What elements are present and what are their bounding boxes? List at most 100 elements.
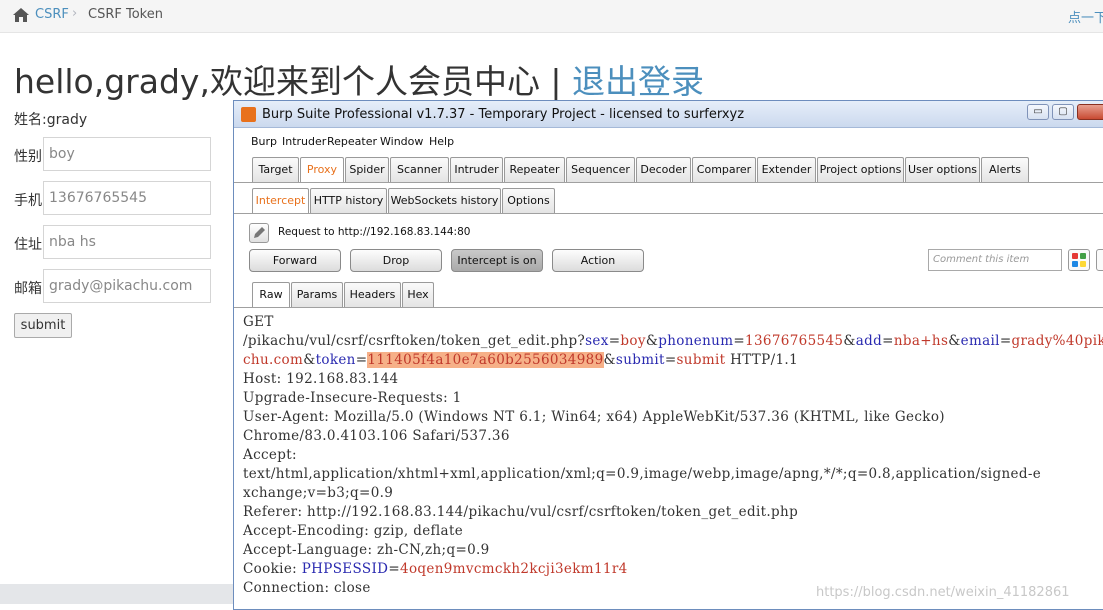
param-value: 13676765545 bbox=[745, 333, 844, 349]
tab-scanner[interactable]: Scanner bbox=[390, 157, 449, 182]
highlight-color-swatch bbox=[1080, 253, 1086, 259]
tab-intercept[interactable]: Intercept bbox=[252, 188, 309, 213]
email-label: 邮箱: bbox=[14, 281, 47, 297]
submit-button[interactable]: submit bbox=[14, 313, 72, 338]
cookie-label: Cookie: bbox=[243, 561, 302, 577]
tab-headers[interactable]: Headers bbox=[344, 282, 401, 307]
header-line: Host: 192.168.83.144 bbox=[243, 371, 399, 387]
breadcrumb-current: CSRF Token bbox=[88, 7, 163, 22]
request-editor[interactable]: GET /pikachu/vul/csrf/csrftoken/token_ge… bbox=[234, 307, 1103, 608]
tab-project-options[interactable]: Project options bbox=[817, 157, 904, 182]
header-line: Upgrade-Insecure-Requests: 1 bbox=[243, 390, 462, 406]
burp-titlebar[interactable]: Burp Suite Professional v1.7.37 - Tempor… bbox=[234, 101, 1103, 128]
header-line: Accept: bbox=[243, 447, 297, 463]
param-value: nba+hs bbox=[893, 333, 949, 349]
tab-repeater[interactable]: Repeater bbox=[504, 157, 565, 182]
header-line: Accept-Encoding: gzip, deflate bbox=[243, 523, 464, 539]
drop-button[interactable]: Drop bbox=[350, 249, 442, 272]
request-path: /pikachu/vul/csrf/csrftoken/token_get_ed… bbox=[243, 333, 586, 349]
comment-input[interactable]: Comment this item bbox=[928, 249, 1062, 271]
page-footer bbox=[0, 584, 236, 604]
menu-bar: Burp Intruder Repeater Window Help bbox=[234, 131, 1103, 151]
phone-label: 手机: bbox=[14, 193, 47, 209]
more-options-icon[interactable] bbox=[1096, 249, 1103, 271]
request-method: GET bbox=[243, 314, 274, 330]
intercept-toggle-button[interactable]: Intercept is on bbox=[451, 249, 543, 272]
param-name: submit bbox=[615, 352, 665, 368]
forward-button[interactable]: Forward bbox=[249, 249, 341, 272]
header-line: User-Agent: Mozilla/5.0 (Windows NT 6.1;… bbox=[243, 409, 945, 425]
param-value: submit bbox=[676, 352, 726, 368]
email-field[interactable]: grady@pikachu.com bbox=[43, 269, 211, 303]
menu-repeater[interactable]: Repeater bbox=[327, 135, 377, 148]
menu-intruder[interactable]: Intruder bbox=[282, 135, 326, 148]
minimize-button[interactable]: ▭ bbox=[1027, 104, 1049, 120]
burp-window: Burp Suite Professional v1.7.37 - Tempor… bbox=[233, 100, 1103, 610]
burp-logo-icon bbox=[241, 107, 256, 122]
menu-window[interactable]: Window bbox=[380, 135, 423, 148]
tab-comparer[interactable]: Comparer bbox=[692, 157, 756, 182]
cookie-value: 4oqen9mvcmckh2kcji3ekm11r4 bbox=[400, 561, 628, 577]
header-line: Accept-Language: zh-CN,zh;q=0.9 bbox=[243, 542, 490, 558]
main-tabs: Target Proxy Spider Scanner Intruder Rep… bbox=[234, 154, 1103, 183]
tab-http-history[interactable]: HTTP history bbox=[310, 188, 387, 213]
window-title: Burp Suite Professional v1.7.37 - Tempor… bbox=[262, 107, 745, 122]
tab-extender[interactable]: Extender bbox=[757, 157, 816, 182]
header-line: text/html,application/xhtml+xml,applicat… bbox=[243, 466, 1042, 482]
breadcrumb-csrf-link[interactable]: CSRF bbox=[35, 7, 69, 22]
view-tabs: Raw Params Headers Hex bbox=[234, 279, 1103, 308]
tab-hex[interactable]: Hex bbox=[402, 282, 434, 307]
menu-burp[interactable]: Burp bbox=[251, 135, 277, 148]
tab-sequencer[interactable]: Sequencer bbox=[566, 157, 635, 182]
tab-decoder[interactable]: Decoder bbox=[636, 157, 691, 182]
welcome-text: hello,grady,欢迎来到个人会员中心 | bbox=[14, 62, 573, 101]
phone-field[interactable]: 13676765545 bbox=[43, 181, 211, 215]
param-name: email bbox=[960, 333, 1000, 349]
address-field[interactable]: nba hs bbox=[43, 225, 211, 259]
token-value: 111405f4a10e7a60b2556034989 bbox=[367, 352, 604, 368]
gender-field[interactable]: boy bbox=[43, 137, 211, 171]
request-protocol: HTTP/1.1 bbox=[725, 352, 799, 368]
intercept-toolbar: Request to http://192.168.83.144:80 Forw… bbox=[234, 217, 1103, 277]
breadcrumb: CSRF › CSRF Token 点一下 bbox=[0, 0, 1103, 33]
proxy-tabs: Intercept HTTP history WebSockets histor… bbox=[234, 185, 1103, 214]
tab-options[interactable]: Options bbox=[502, 188, 555, 213]
page-title: hello,grady,欢迎来到个人会员中心 | 退出登录 bbox=[14, 60, 704, 104]
gender-label: 性别: bbox=[14, 149, 47, 165]
highlight-color-swatch bbox=[1080, 261, 1086, 267]
tab-websockets-history[interactable]: WebSockets history bbox=[388, 188, 501, 213]
tab-alerts[interactable]: Alerts bbox=[981, 157, 1029, 182]
header-line: Chrome/83.0.4103.106 Safari/537.36 bbox=[243, 428, 510, 444]
param-name: add bbox=[855, 333, 883, 349]
logout-link[interactable]: 退出登录 bbox=[572, 62, 704, 101]
maximize-button[interactable]: ▢ bbox=[1052, 104, 1074, 120]
tab-raw[interactable]: Raw bbox=[252, 282, 290, 307]
cookie-name: PHPSESSID bbox=[301, 561, 389, 577]
username-row: 姓名:grady bbox=[14, 112, 88, 128]
tab-params[interactable]: Params bbox=[291, 282, 343, 307]
watermark: https://blog.csdn.net/weixin_41182861 bbox=[816, 585, 1070, 600]
pencil-icon[interactable] bbox=[249, 223, 269, 243]
hint-link[interactable]: 点一下 bbox=[1068, 7, 1103, 26]
param-name: sex bbox=[585, 333, 609, 349]
action-button[interactable]: Action bbox=[552, 249, 644, 272]
highlight-color-icon[interactable] bbox=[1068, 249, 1090, 271]
header-line: Connection: close bbox=[243, 580, 371, 596]
tab-proxy[interactable]: Proxy bbox=[300, 157, 344, 182]
breadcrumb-separator: › bbox=[72, 6, 78, 21]
raw-request[interactable]: GET /pikachu/vul/csrf/csrftoken/token_ge… bbox=[243, 313, 1103, 598]
menu-help[interactable]: Help bbox=[429, 135, 454, 148]
highlight-color-swatch bbox=[1072, 261, 1078, 267]
tab-user-options[interactable]: User options bbox=[905, 157, 980, 182]
request-target-label: Request to http://192.168.83.144:80 bbox=[278, 226, 471, 238]
address-label: 住址: bbox=[14, 237, 47, 253]
close-button[interactable] bbox=[1077, 104, 1103, 120]
param-name: phonenum bbox=[658, 333, 734, 349]
tab-target[interactable]: Target bbox=[252, 157, 299, 182]
header-line: Referer: http://192.168.83.144/pikachu/v… bbox=[243, 504, 799, 520]
tab-intruder[interactable]: Intruder bbox=[450, 157, 503, 182]
highlight-color-swatch bbox=[1072, 253, 1078, 259]
tab-spider[interactable]: Spider bbox=[345, 157, 389, 182]
param-name: token bbox=[315, 352, 356, 368]
home-icon[interactable] bbox=[12, 7, 30, 23]
